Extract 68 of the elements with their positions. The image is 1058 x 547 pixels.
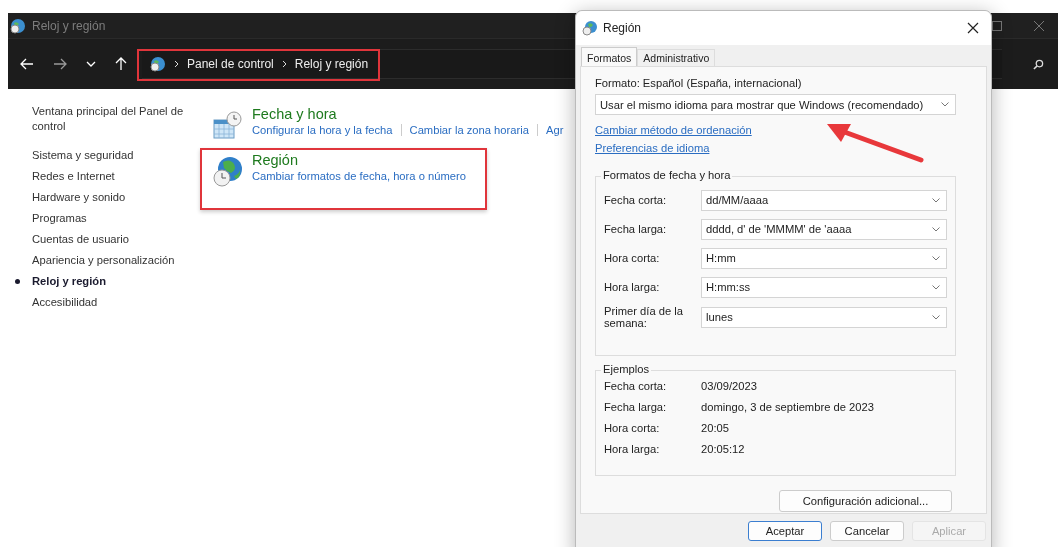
example-label: Fecha larga: [604, 401, 668, 413]
additional-settings-button[interactable]: Configuración adicional... [779, 490, 952, 512]
close-icon[interactable] [967, 22, 979, 34]
sidebar-link[interactable]: Ventana principal del Panel de control [32, 104, 204, 134]
breadcrumb-item[interactable]: Reloj y región [294, 57, 369, 71]
chevron-down-icon[interactable] [86, 61, 96, 67]
chevron-down-icon [932, 197, 940, 203]
forward-arrow-icon[interactable] [53, 58, 67, 70]
format-dropdown[interactable]: dddd, d' de 'MMMM' de 'aaaa [701, 218, 947, 240]
globe-clock-icon [150, 56, 166, 72]
chevron-down-icon [932, 226, 940, 232]
example-label: Hora larga: [604, 443, 661, 455]
sidebar-link[interactable]: Apariencia y personalización [32, 253, 204, 268]
field-label: Fecha corta: [604, 194, 668, 206]
dialog-button[interactable]: Cancelar [830, 521, 904, 541]
link[interactable]: Preferencias de idioma [595, 142, 710, 154]
field-label: Primer día de la semana: [604, 305, 684, 329]
format-dropdown[interactable]: lunes [701, 306, 947, 328]
format-label: Formato: Español (España, internacional) [595, 77, 803, 89]
tab[interactable]: Formatos [581, 47, 638, 66]
sidebar-link[interactable]: Sistema y seguridad [32, 148, 204, 163]
chevron-right-icon [281, 60, 287, 68]
example-value: 03/09/2023 [701, 380, 757, 392]
globe-clock-icon [212, 156, 244, 188]
dialog-title: Región [603, 21, 642, 35]
dialog-button[interactable]: Aceptar [748, 521, 822, 541]
globe-clock-icon [582, 20, 598, 36]
sidebar-link[interactable]: Hardware y sonido [32, 190, 204, 205]
up-arrow-icon[interactable] [115, 57, 127, 71]
globe-clock-icon [10, 17, 26, 34]
field-label: Hora corta: [604, 252, 661, 264]
sidebar-link[interactable]: Cuentas de usuario [32, 232, 204, 247]
format-dropdown[interactable]: H:mm:ss [701, 276, 947, 298]
maximize-icon[interactable] [992, 20, 1002, 31]
format-dropdown[interactable]: Usar el mismo idioma para mostrar que Windows (recomendado) [595, 94, 956, 115]
chevron-down-icon [941, 102, 949, 107]
chevron-down-icon [932, 255, 940, 261]
category-title[interactable]: Región [252, 150, 466, 170]
task-link[interactable]: Cambiar formatos de fecha, hora o número [252, 170, 466, 182]
example-label: Fecha corta: [604, 380, 668, 392]
sidebar-link[interactable]: Redes e Internet [32, 169, 204, 184]
link[interactable]: Cambiar método de ordenación [595, 124, 752, 136]
task-link[interactable]: Configurar la hora y la fecha [252, 124, 393, 136]
back-arrow-icon[interactable] [20, 58, 34, 70]
example-value: 20:05 [701, 422, 729, 434]
format-dropdown[interactable]: dd/MM/aaaa [701, 189, 947, 211]
window-title: Reloj y región [32, 18, 106, 33]
example-value: 20:05:12 [701, 443, 745, 455]
tab[interactable]: Administrativo [637, 49, 716, 66]
calendar-clock-icon [212, 110, 244, 142]
field-label: Hora larga: [604, 281, 661, 293]
task-link[interactable]: Cambiar la zona horaria [409, 124, 529, 136]
sidebar-link[interactable]: Programas [32, 211, 204, 226]
sidebar-link[interactable]: Accesibilidad [32, 295, 204, 310]
sidebar-link[interactable]: Reloj y región [32, 274, 204, 289]
chevron-down-icon [932, 284, 940, 290]
example-label: Hora corta: [604, 422, 661, 434]
format-dropdown[interactable]: H:mm [701, 247, 947, 269]
field-label: Fecha larga: [604, 223, 668, 235]
breadcrumb-item[interactable]: Panel de control [187, 57, 274, 71]
task-link[interactable]: Agr [545, 124, 564, 136]
chevron-down-icon [932, 314, 940, 320]
group-title: Formatos de fecha y hora [601, 169, 733, 181]
chevron-right-icon [174, 60, 179, 68]
group-title: Ejemplos [601, 363, 651, 375]
category-title[interactable]: Fecha y hora [252, 104, 564, 124]
example-value: domingo, 3 de septiembre de 2023 [701, 401, 874, 413]
search-icon[interactable] [1033, 59, 1044, 70]
